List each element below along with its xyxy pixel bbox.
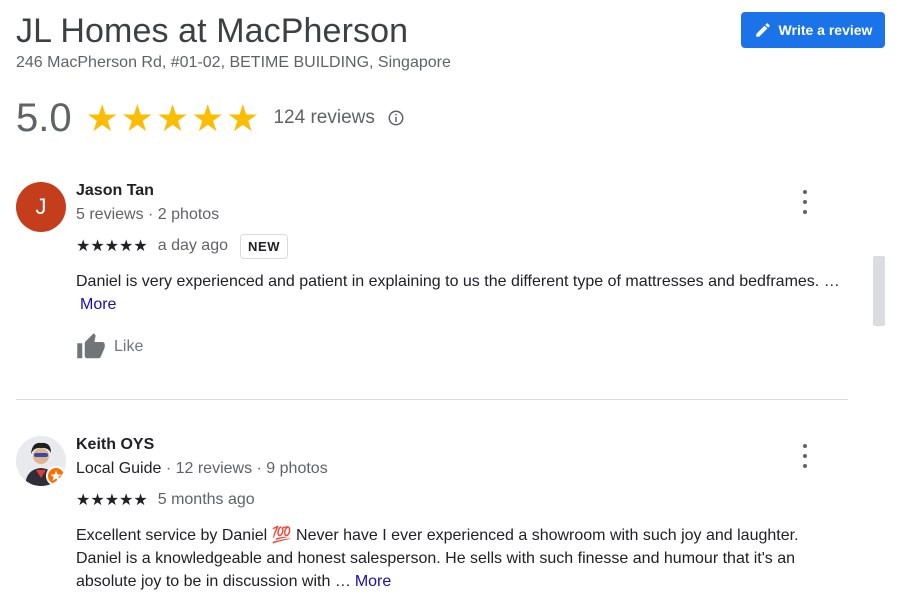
avatar-letter: J (35, 194, 47, 219)
review-stars: ★★★★★ (76, 238, 148, 255)
average-score: 5.0 (16, 95, 72, 140)
reviewer-name[interactable]: Keith OYS (76, 436, 154, 454)
more-vert-icon[interactable] (798, 444, 812, 468)
new-badge: NEW (240, 233, 289, 259)
rating-summary: 5.0 ★ ★ ★ ★ ★ 124 reviews (16, 94, 405, 142)
star-icon: ★ (85, 97, 119, 139)
more-vert-icon[interactable] (798, 190, 812, 214)
star-icon: ★ (191, 97, 225, 139)
review-body: Daniel is very experienced and patient i… (76, 273, 840, 290)
review-text: Daniel is very experienced and patient i… (76, 270, 846, 316)
review-stars: ★★★★★ (76, 492, 148, 509)
more-link[interactable]: More (355, 573, 391, 590)
review-divider (16, 399, 848, 400)
star-icon: ★ (155, 97, 190, 139)
star-icon: ★ (120, 97, 154, 139)
write-review-label: Write a review (778, 22, 873, 38)
avatar[interactable]: J (16, 182, 66, 232)
star-icon: ★ (226, 97, 260, 139)
review-body: Excellent service by Daniel 💯 Never have… (76, 527, 799, 590)
reviewer-meta[interactable]: 5 reviews · 2 photos (76, 206, 219, 224)
place-title: JL Homes at MacPherson (16, 12, 409, 50)
review-item: J Jason Tan 5 reviews · 2 photos ★★★★★ a… (16, 182, 846, 382)
reviewer-meta[interactable]: Local Guide · 12 reviews · 9 photos (76, 460, 328, 478)
review-count[interactable]: 124 reviews (273, 107, 374, 129)
pencil-icon (755, 23, 770, 37)
average-stars: ★ ★ ★ ★ ★ (86, 100, 260, 137)
write-review-button[interactable]: Write a review (741, 12, 885, 48)
scrollbar-thumb[interactable] (873, 256, 885, 326)
info-icon[interactable] (387, 109, 405, 127)
review-item: Keith OYS Local Guide · 12 reviews · 9 p… (16, 436, 846, 593)
review-time: 5 months ago (157, 491, 255, 508)
avatar[interactable] (16, 436, 66, 486)
review-rating-row: ★★★★★ 5 months ago (76, 486, 255, 514)
profile-photo-icon (16, 436, 66, 486)
review-rating-row: ★★★★★ a day ago NEW (76, 232, 289, 260)
place-address: 246 MacPherson Rd, #01-02, BETIME BUILDI… (16, 54, 451, 71)
review-time: a day ago (157, 237, 228, 254)
reviewer-stats: · 12 reviews · 9 photos (161, 460, 328, 477)
thumb-up-icon (77, 333, 105, 359)
review-text: Excellent service by Daniel 💯 Never have… (76, 524, 846, 593)
local-guide-label: Local Guide (76, 460, 162, 477)
reviewer-name[interactable]: Jason Tan (76, 182, 154, 200)
like-button[interactable]: Like (76, 332, 143, 362)
more-link[interactable]: More (80, 296, 116, 313)
like-label: Like (114, 338, 144, 355)
